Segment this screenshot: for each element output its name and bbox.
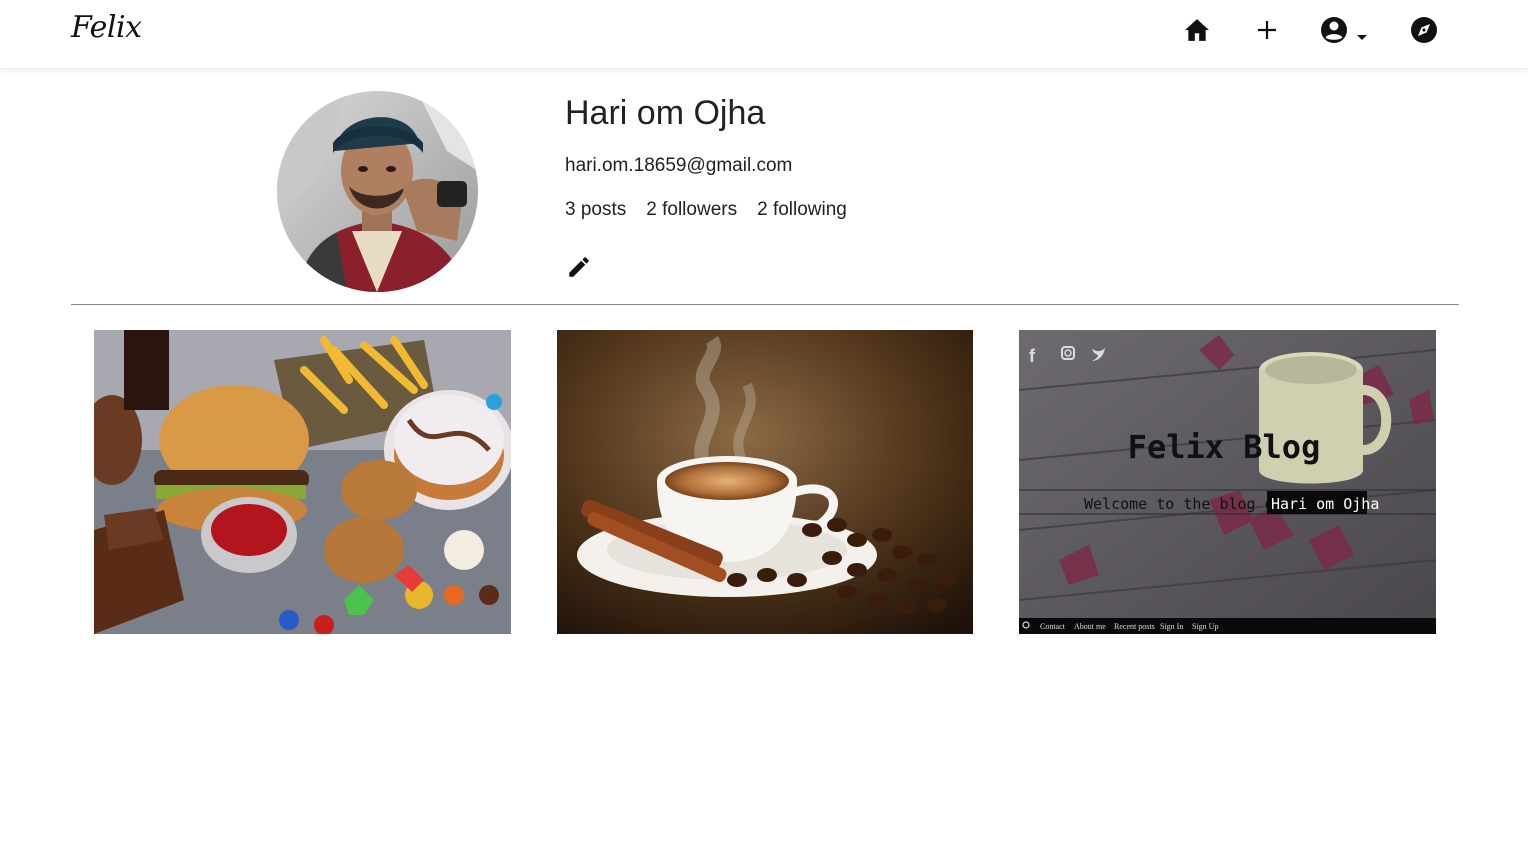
following-count[interactable]: 2 following xyxy=(757,199,847,221)
blog-subtitle: Welcome to the blog of xyxy=(1084,495,1283,513)
top-navbar: Felix xyxy=(0,0,1528,69)
svg-text:f: f xyxy=(1029,346,1036,366)
blog-title: Felix Blog xyxy=(1128,428,1321,466)
account-menu-button[interactable] xyxy=(1319,14,1371,46)
svg-text:Sign Up: Sign Up xyxy=(1192,622,1218,631)
compass-icon[interactable] xyxy=(1408,14,1440,46)
followers-count[interactable]: 2 followers xyxy=(646,199,737,221)
svg-text:Contact: Contact xyxy=(1040,622,1066,631)
posts-count: 3 posts xyxy=(565,199,627,220)
plus-icon[interactable] xyxy=(1251,14,1283,46)
app-logo[interactable]: Felix xyxy=(71,10,142,45)
profile-avatar xyxy=(277,91,478,292)
profile-email: hari.om.18659@gmail.com xyxy=(565,155,793,176)
pencil-icon xyxy=(569,257,589,277)
account-circle-icon xyxy=(1321,17,1347,43)
profile-name: Hari om Ojha xyxy=(565,94,766,132)
blog-subtitle-name: Hari om Ojha xyxy=(1271,495,1379,513)
profile-stats: 3 posts 2 followers 2 following xyxy=(565,199,847,221)
post-thumbnail-food[interactable] xyxy=(94,330,511,634)
svg-text:Sign In: Sign In xyxy=(1160,622,1183,631)
post-thumbnail-coffee[interactable] xyxy=(557,330,974,634)
post-thumbnail-blog[interactable]: f Felix Blog Welcome to the blog of Hari… xyxy=(1019,330,1436,634)
edit-profile-button[interactable] xyxy=(566,254,592,280)
caret-down-icon xyxy=(1357,35,1367,40)
svg-text:About me: About me xyxy=(1074,622,1106,631)
profile-divider xyxy=(71,304,1459,305)
svg-text:Recent posts: Recent posts xyxy=(1114,622,1155,631)
home-icon[interactable] xyxy=(1181,14,1213,46)
